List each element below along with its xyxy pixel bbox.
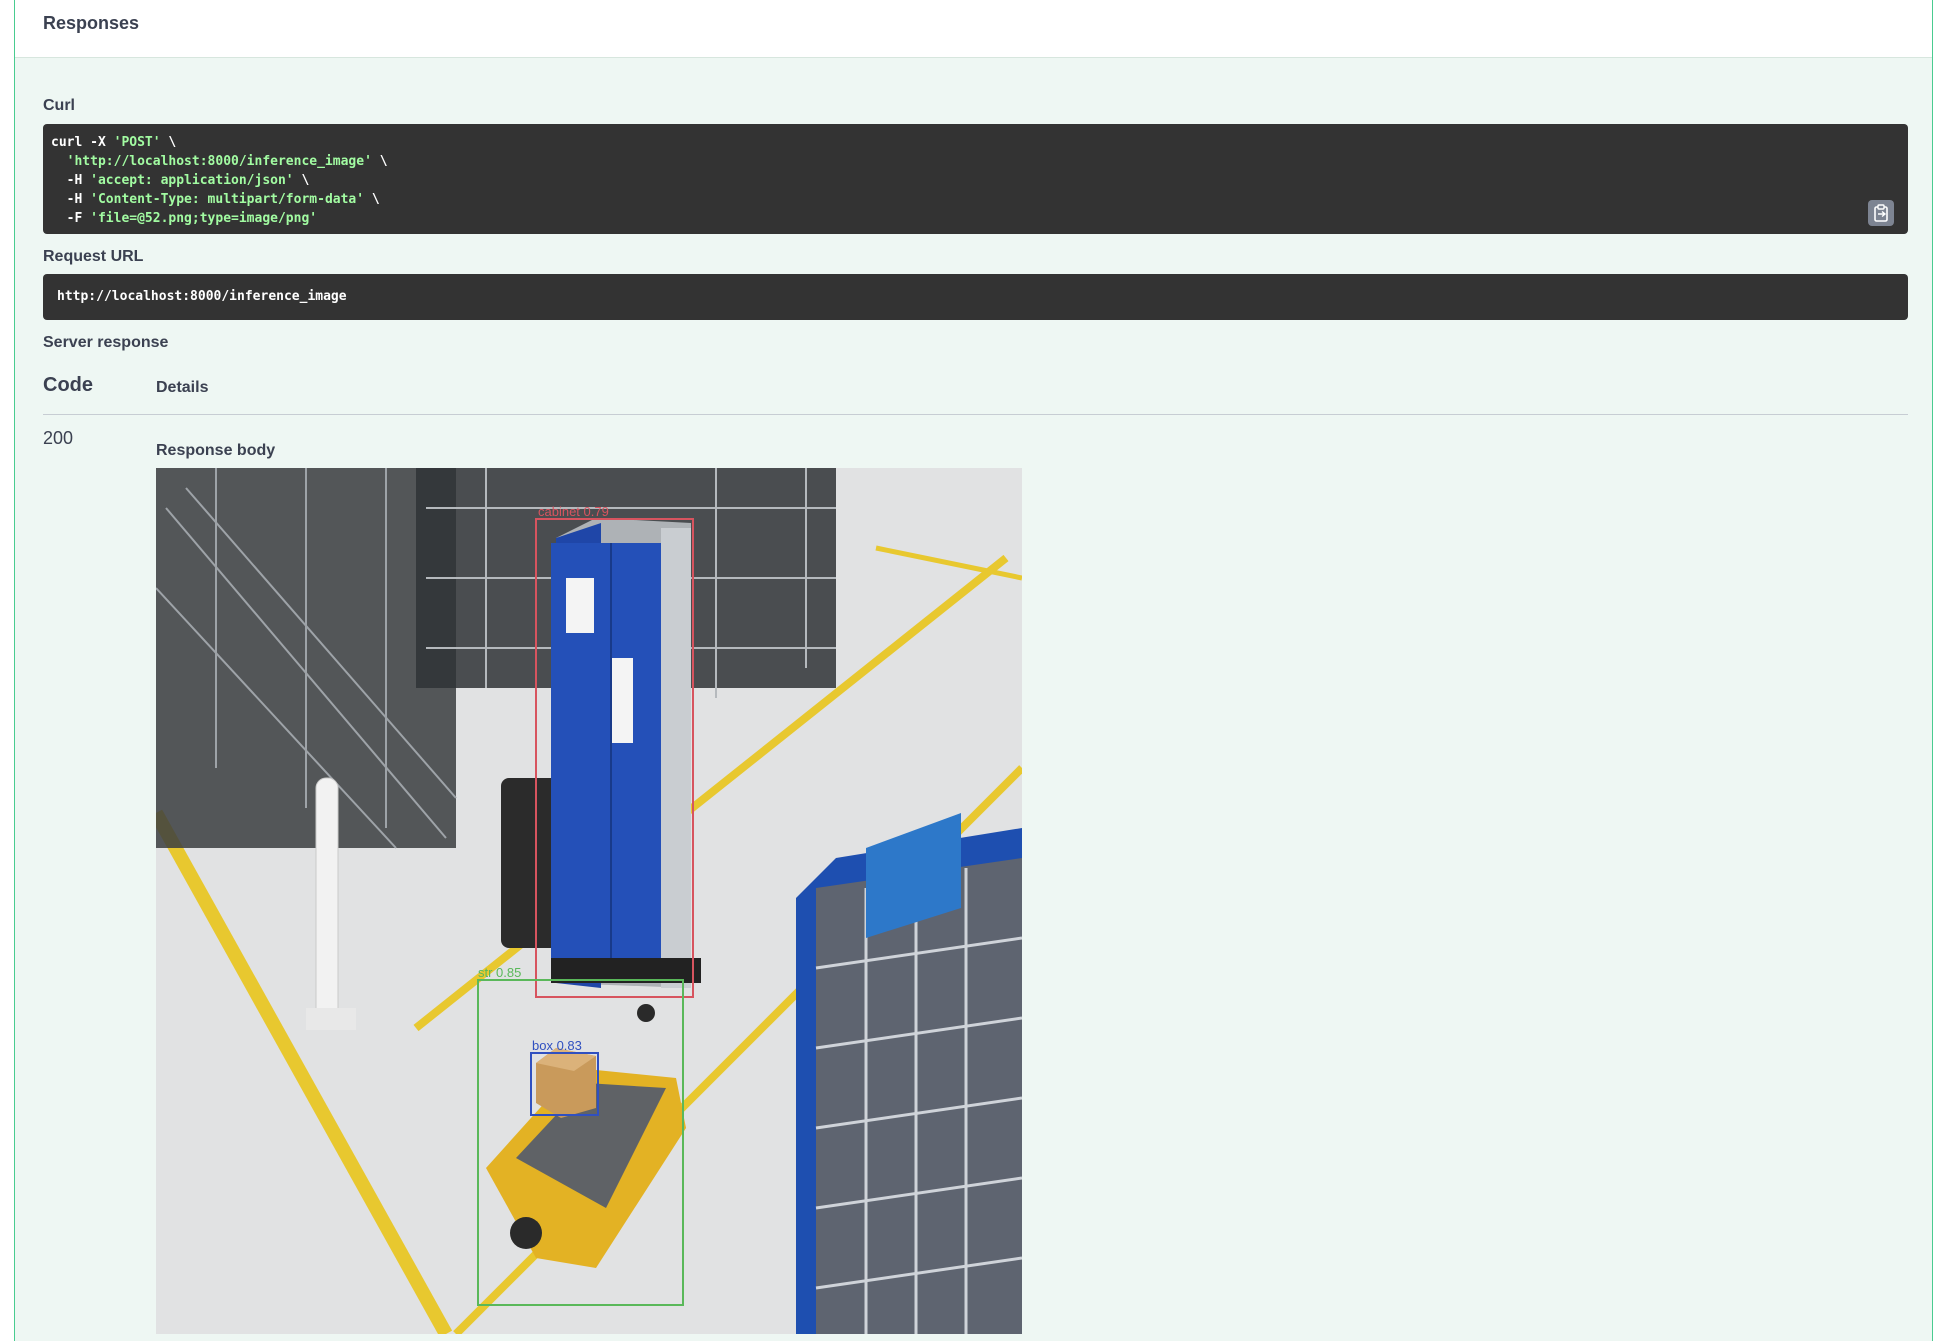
request-url-label: Request URL (43, 248, 144, 265)
clipboard-icon (1874, 204, 1888, 222)
details-column-header: Details (156, 379, 209, 396)
detection-label-box: box 0.83 (532, 1038, 582, 1053)
responses-title: Responses (43, 13, 140, 33)
response-status-code: 200 (43, 428, 74, 448)
copy-to-clipboard-button[interactable] (1868, 200, 1894, 226)
request-url-block[interactable]: http://localhost:8000/inference_image (43, 274, 1908, 320)
request-url-value: http://localhost:8000/inference_image (57, 289, 347, 304)
curl-label: Curl (43, 97, 75, 114)
response-image: cabinet 0.79 str 0.85 box 0.83 (156, 468, 1022, 1334)
detection-label-cabinet: cabinet 0.79 (538, 504, 609, 519)
curl-line: -F 'file=@52.png;type=image/png' (51, 211, 318, 226)
code-column-header: Code (43, 374, 93, 396)
response-body-label: Response body (156, 442, 276, 459)
curl-command-block[interactable]: curl -X 'POST' \ 'http://localhost:8000/… (43, 124, 1908, 234)
curl-line: curl -X 'POST' \ (51, 135, 177, 150)
responses-panel: Responses Curl curl -X 'POST' \ 'http://… (14, 0, 1933, 1341)
detection-label-str: str 0.85 (478, 965, 521, 980)
server-response-label: Server response (43, 334, 169, 351)
curl-line: -H 'accept: application/json' \ (51, 173, 310, 188)
table-divider (43, 414, 1908, 415)
curl-line: 'http://localhost:8000/inference_image' … (66, 154, 388, 169)
responses-header: Responses (15, 0, 1932, 58)
curl-line: -H 'Content-Type: multipart/form-data' \ (51, 192, 380, 207)
